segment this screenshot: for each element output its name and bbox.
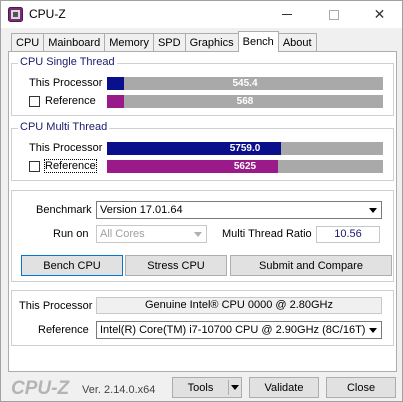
stress-cpu-button[interactable]: Stress CPU	[125, 255, 227, 276]
multi-this-processor-label: This Processor	[29, 142, 103, 154]
tab-cpu[interactable]: CPU	[11, 33, 45, 52]
tab-graphics[interactable]: Graphics	[184, 33, 239, 52]
tab-bar: CPU Mainboard Memory SPD Graphics Bench …	[11, 31, 317, 52]
run-on-value: All Cores	[100, 228, 145, 240]
single-reference-bar: 568	[107, 95, 383, 108]
cpu-z-app-icon	[8, 7, 23, 22]
validate-button[interactable]: Validate	[249, 377, 319, 398]
close-icon: ✕	[373, 6, 386, 22]
single-thread-group: CPU Single Thread This Processor 545.4 R…	[11, 56, 394, 116]
tab-memory[interactable]: Memory	[104, 33, 154, 52]
single-thread-group-label: CPU Single Thread	[18, 56, 117, 68]
multi-thread-ratio-label: Multi Thread Ratio	[222, 228, 312, 240]
benchmark-dropdown-button[interactable]	[365, 202, 381, 218]
compare-reference-select[interactable]: Intel(R) Core(TM) i7-10700 CPU @ 2.90GHz…	[96, 321, 382, 339]
multi-this-processor-score: 5759.0	[229, 143, 261, 154]
multi-reference-score: 5625	[233, 161, 257, 172]
single-reference-label: Reference	[45, 95, 96, 107]
chevron-down-icon	[194, 231, 202, 237]
compare-this-processor-value: Genuine Intel® CPU 0000 @ 2.80GHz	[96, 297, 382, 314]
run-on-select[interactable]: All Cores	[96, 225, 207, 243]
tab-mainboard[interactable]: Mainboard	[43, 33, 106, 52]
chevron-down-icon	[369, 327, 377, 333]
multi-reference-bar: 5625	[107, 160, 383, 173]
close-button[interactable]: Close	[326, 377, 396, 398]
run-on-label: Run on	[53, 228, 89, 240]
compare-group: This Processor Genuine Intel® CPU 0000 @…	[11, 290, 394, 346]
tools-button-label: Tools	[187, 381, 214, 394]
submit-and-compare-button[interactable]: Submit and Compare	[230, 255, 392, 276]
tools-button[interactable]: Tools	[172, 377, 242, 398]
single-this-processor-score: 545.4	[232, 78, 258, 89]
tab-spd[interactable]: SPD	[152, 33, 186, 52]
single-this-processor-label: This Processor	[29, 77, 103, 89]
bench-tab-panel: CPU Single Thread This Processor 545.4 R…	[8, 51, 397, 372]
minimize-icon	[281, 14, 292, 15]
compare-reference-dropdown-button[interactable]	[365, 322, 381, 338]
bench-cpu-button[interactable]: Bench CPU	[21, 255, 123, 276]
single-reference-score: 568	[236, 96, 254, 107]
multi-thread-group: CPU Multi Thread This Processor 5759.0 R…	[11, 121, 394, 181]
multi-this-processor-bar: 5759.0	[107, 142, 383, 155]
tab-about[interactable]: About	[277, 33, 317, 52]
tools-dropdown-arrow[interactable]	[231, 385, 239, 390]
maximize-icon	[328, 9, 339, 20]
multi-thread-group-label: CPU Multi Thread	[18, 121, 110, 133]
tab-bench[interactable]: Bench	[237, 31, 279, 52]
chevron-down-icon	[231, 385, 239, 390]
multi-reference-checkbox[interactable]	[29, 161, 40, 172]
close-window-button[interactable]: ✕	[357, 1, 402, 28]
cpuz-window: CPU-Z ✕ CPU Mainboard Memory SPD Graphic…	[0, 0, 403, 402]
compare-this-processor-label: This Processor	[19, 300, 93, 312]
compare-reference-label: Reference	[38, 324, 89, 336]
multi-thread-ratio-value: 10.56	[316, 226, 380, 243]
single-reference-checkbox[interactable]	[29, 96, 40, 107]
minimize-button[interactable]	[264, 1, 309, 28]
chevron-down-icon	[369, 207, 377, 213]
cpuz-brand-logo: CPU-Z	[11, 378, 70, 399]
single-this-processor-bar: 545.4	[107, 77, 383, 90]
benchmark-version-value: Version 17.01.64	[100, 204, 183, 216]
run-on-dropdown-button[interactable]	[190, 226, 206, 242]
benchmark-settings-group: Benchmark Version 17.01.64 Run on All Co…	[11, 190, 394, 282]
maximize-button[interactable]	[311, 1, 356, 28]
multi-reference-label: Reference	[44, 159, 97, 173]
benchmark-version-select[interactable]: Version 17.01.64	[96, 201, 382, 219]
version-label: Ver. 2.14.0.x64	[82, 384, 156, 396]
title-bar: CPU-Z ✕	[1, 1, 402, 28]
benchmark-label: Benchmark	[36, 204, 92, 216]
tools-split-divider	[228, 380, 229, 395]
window-title: CPU-Z	[29, 7, 66, 21]
compare-reference-value: Intel(R) Core(TM) i7-10700 CPU @ 2.90GHz…	[100, 324, 366, 336]
